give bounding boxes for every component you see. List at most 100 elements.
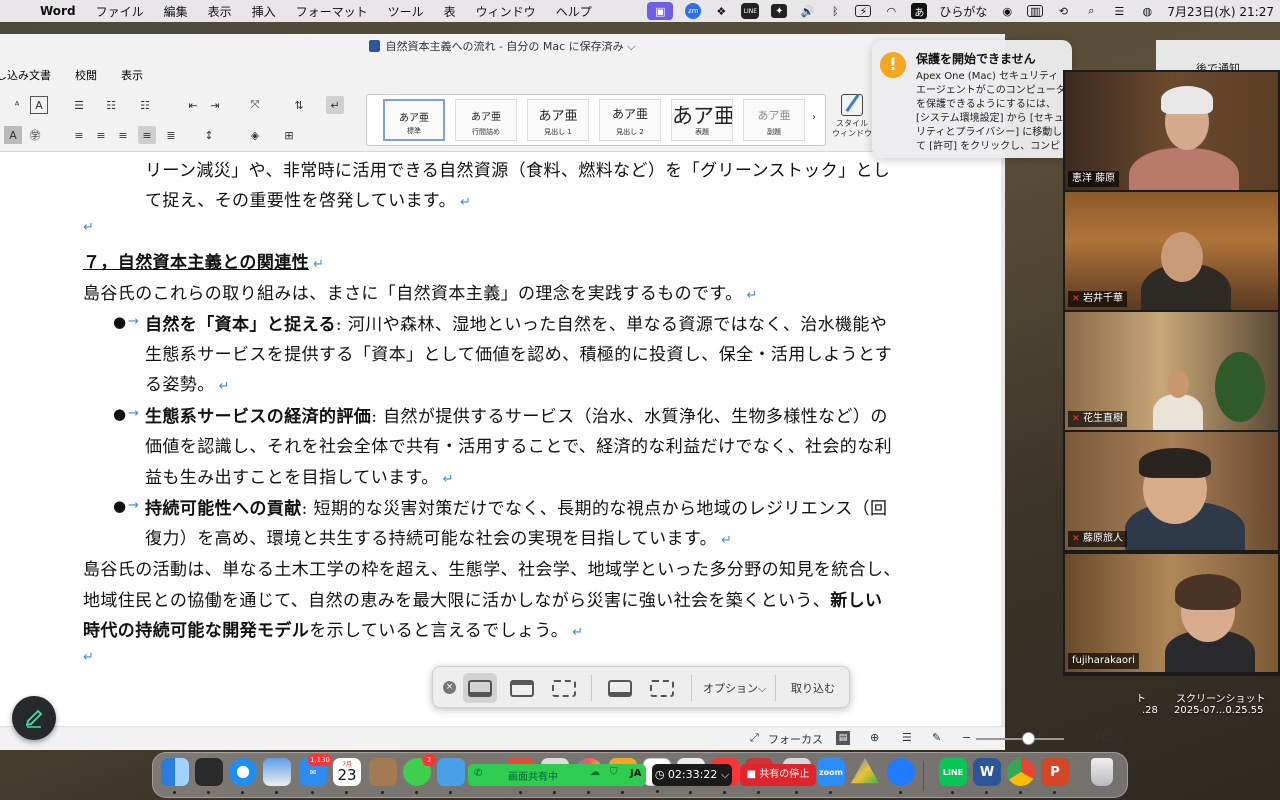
menu-insert[interactable]: 挿入 bbox=[242, 3, 286, 20]
char-shading-icon[interactable]: ㊫ bbox=[26, 126, 44, 144]
participant-tile-active-speaker[interactable]: fujiharakaori bbox=[1065, 554, 1278, 672]
battery-icon[interactable]: ⚡ bbox=[855, 5, 872, 18]
show-formatting-icon[interactable]: ↵ bbox=[326, 96, 344, 114]
desktop-file-label[interactable]: スクリーンショット bbox=[1176, 690, 1266, 705]
text-box-icon[interactable]: A bbox=[30, 96, 48, 114]
document-page[interactable]: リーン減災」や、非常時に活用できる自然資源（食料、燃料など）を「グリーンストック… bbox=[0, 152, 1005, 732]
zoom-slider-thumb[interactable] bbox=[1022, 732, 1035, 745]
security-notification[interactable]: ! 保護を開始できません Apex One (Mac) セキュリティエージェント… bbox=[872, 40, 1072, 158]
spelling-icon[interactable]: ᴬ bbox=[8, 96, 26, 114]
style-normal[interactable]: あア亜 標準 bbox=[383, 99, 445, 141]
input-mode-label[interactable]: ひらがな bbox=[939, 3, 987, 20]
line-spacing-icon[interactable]: ↕ bbox=[200, 126, 218, 144]
align-center-icon[interactable]: ≡ bbox=[92, 126, 110, 144]
style-title[interactable]: あア亜 表題 bbox=[671, 99, 733, 141]
screen-sharing-indicator[interactable]: ✆ 画面共有中 ☁ ⛉ JA bbox=[468, 764, 646, 786]
meeting-timer[interactable]: ◷ 02:33:22 ⌵ bbox=[652, 764, 732, 786]
zoom-percent[interactable]: 192% bbox=[1094, 732, 1125, 745]
numbering-icon[interactable]: ☷ bbox=[102, 96, 120, 114]
bird-icon[interactable]: ✦ bbox=[771, 4, 788, 18]
capture-selection-button[interactable] bbox=[547, 673, 581, 703]
styles-next-icon[interactable]: › bbox=[812, 112, 816, 123]
tab-mailings[interactable]: し込み文書 bbox=[0, 67, 63, 83]
capture-window-button[interactable] bbox=[505, 673, 539, 703]
line-app-icon[interactable]: LINE bbox=[939, 758, 967, 794]
bullets-icon[interactable]: ☰ bbox=[70, 96, 88, 114]
justify-icon[interactable]: ≡ bbox=[138, 126, 156, 144]
decrease-indent-icon[interactable]: ⇤ bbox=[184, 96, 202, 114]
menu-file[interactable]: ファイル bbox=[86, 3, 154, 20]
search-icon[interactable]: ⌕ bbox=[1083, 4, 1099, 18]
menu-window[interactable]: ウィンドウ bbox=[466, 3, 546, 20]
menu-tools[interactable]: ツール bbox=[378, 3, 434, 20]
style-heading-2[interactable]: あア亜 見出し 2 bbox=[599, 99, 661, 141]
zoom-slider[interactable] bbox=[976, 738, 1064, 740]
focus-icon[interactable]: ⤢ bbox=[750, 731, 759, 745]
messages-icon[interactable]: 2 bbox=[403, 754, 436, 794]
screen-share-icon[interactable]: ▣ bbox=[647, 2, 674, 20]
tab-review[interactable]: 校閲 bbox=[63, 67, 109, 83]
contacts-icon[interactable] bbox=[369, 758, 397, 794]
increase-indent-icon[interactable]: ⇥ bbox=[206, 96, 224, 114]
wifi-icon[interactable]: ◠ bbox=[883, 4, 899, 18]
powerpoint-app-icon[interactable]: P bbox=[1041, 758, 1069, 794]
messenger-icon[interactable] bbox=[887, 758, 915, 794]
menu-format[interactable]: フォーマット bbox=[286, 3, 378, 20]
display-icon[interactable]: ▥ bbox=[1027, 5, 1044, 18]
tab-view[interactable]: 表示 bbox=[109, 67, 155, 83]
calendar-icon[interactable]: 7月 23 bbox=[333, 758, 361, 794]
volume-icon[interactable]: 🔊 bbox=[799, 4, 815, 18]
draft-icon[interactable]: ✎ bbox=[932, 731, 941, 744]
print-layout-icon[interactable]: ▤ bbox=[836, 731, 850, 745]
style-no-spacing[interactable]: あア亜 行間詰め bbox=[455, 99, 517, 141]
capture-entire-screen-button[interactable] bbox=[463, 673, 497, 703]
desktop-file-label[interactable]: ト bbox=[1136, 690, 1146, 705]
record-selection-button[interactable] bbox=[645, 673, 679, 703]
web-layout-icon[interactable]: ⊕ bbox=[870, 731, 879, 744]
siri-icon[interactable]: ◍ bbox=[1139, 4, 1155, 18]
focus-button[interactable]: フォーカス bbox=[768, 731, 823, 747]
asian-layout-icon[interactable]: ⤧ bbox=[246, 96, 264, 114]
chrome-icon[interactable] bbox=[1007, 758, 1035, 794]
safari-icon[interactable] bbox=[229, 758, 257, 794]
document-title[interactable]: 自然資本主義への流れ - 自分の Mac に保存済み ⌵ bbox=[385, 40, 635, 53]
menu-app-name[interactable]: Word bbox=[34, 4, 86, 18]
menu-clock[interactable]: 7月23日(水) 21:27 bbox=[1167, 3, 1274, 20]
capture-button[interactable]: 取り込む bbox=[791, 680, 835, 696]
google-drive-icon[interactable] bbox=[851, 758, 879, 784]
trash-icon[interactable] bbox=[1091, 758, 1113, 786]
multilevel-list-icon[interactable]: ☷ bbox=[136, 96, 154, 114]
sort-icon[interactable]: ⇅ bbox=[290, 96, 308, 114]
zoom-out-icon[interactable]: − bbox=[962, 731, 971, 744]
style-subtitle[interactable]: あア亜 副題 bbox=[743, 99, 805, 141]
line-status-icon[interactable]: LINE bbox=[741, 3, 760, 19]
menu-edit[interactable]: 編集 bbox=[154, 3, 198, 20]
zoom-app-icon[interactable]: zoom bbox=[817, 758, 845, 794]
shading-icon[interactable]: ◈ bbox=[246, 126, 264, 144]
align-right-icon[interactable]: ≡ bbox=[114, 126, 132, 144]
menu-view[interactable]: 表示 bbox=[198, 3, 242, 20]
vertical-scrollbar[interactable] bbox=[1001, 152, 1005, 732]
align-left-icon[interactable]: ≡ bbox=[70, 126, 88, 144]
record-screen-button[interactable] bbox=[603, 673, 637, 703]
styles-pane-button[interactable]: スタイル ウィンドウ bbox=[830, 94, 874, 148]
time-machine-icon[interactable]: ⟲ bbox=[1055, 4, 1071, 18]
word-app-icon[interactable]: W bbox=[973, 758, 1001, 794]
input-mode-icon[interactable]: あ bbox=[911, 3, 928, 19]
mail-icon[interactable]: ✉ 1,130 bbox=[299, 754, 332, 794]
dropbox-icon[interactable]: ❖ bbox=[713, 4, 729, 18]
participant-tile[interactable]: ✕ 花生直樹 bbox=[1065, 312, 1278, 430]
participant-tile[interactable]: ✕ 岩井千華 bbox=[1065, 192, 1278, 310]
menu-help[interactable]: ヘルプ bbox=[546, 3, 602, 20]
zoom-status-icon[interactable]: zm bbox=[685, 3, 702, 19]
desktop-file-label[interactable]: 2025-07...0.25.55 bbox=[1174, 705, 1264, 716]
borders-icon[interactable]: ⊞ bbox=[280, 126, 298, 144]
preview-icon[interactable] bbox=[263, 758, 291, 794]
participant-tile[interactable]: ✕ 藤原旅人 bbox=[1065, 432, 1278, 550]
participant-tile[interactable]: 恵洋 藤原 bbox=[1065, 72, 1278, 190]
bluetooth-icon[interactable]: ᛒ bbox=[827, 4, 843, 18]
user-icon[interactable]: ◉ bbox=[999, 4, 1015, 18]
mission-control-icon[interactable] bbox=[195, 758, 223, 794]
control-center-icon[interactable]: ☰ bbox=[1111, 4, 1127, 18]
close-icon[interactable]: × bbox=[443, 681, 456, 694]
